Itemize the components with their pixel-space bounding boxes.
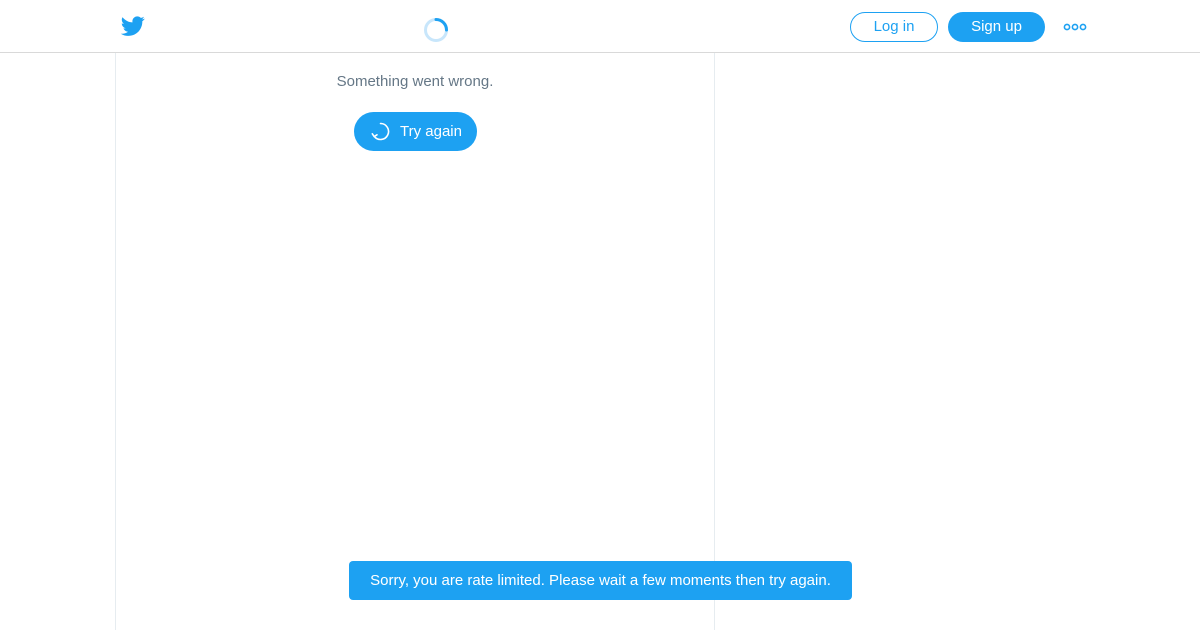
main-column-left-border bbox=[115, 53, 116, 630]
main-column-right-border bbox=[714, 53, 715, 630]
error-message: Something went wrong. bbox=[336, 73, 494, 90]
try-again-label: Try again bbox=[400, 123, 462, 140]
twitter-logo-icon[interactable] bbox=[120, 14, 146, 38]
signup-button[interactable]: Sign up bbox=[948, 12, 1045, 42]
try-again-button[interactable]: Try again bbox=[354, 112, 477, 151]
page: Log in Sign up Something went wrong. Try… bbox=[0, 0, 1200, 630]
more-options-icon[interactable] bbox=[1063, 19, 1087, 35]
login-button[interactable]: Log in bbox=[850, 12, 938, 42]
top-header: Log in Sign up bbox=[0, 0, 1200, 53]
loading-spinner-icon bbox=[423, 17, 449, 43]
rate-limit-toast: Sorry, you are rate limited. Please wait… bbox=[349, 561, 852, 600]
refresh-icon bbox=[370, 121, 391, 142]
